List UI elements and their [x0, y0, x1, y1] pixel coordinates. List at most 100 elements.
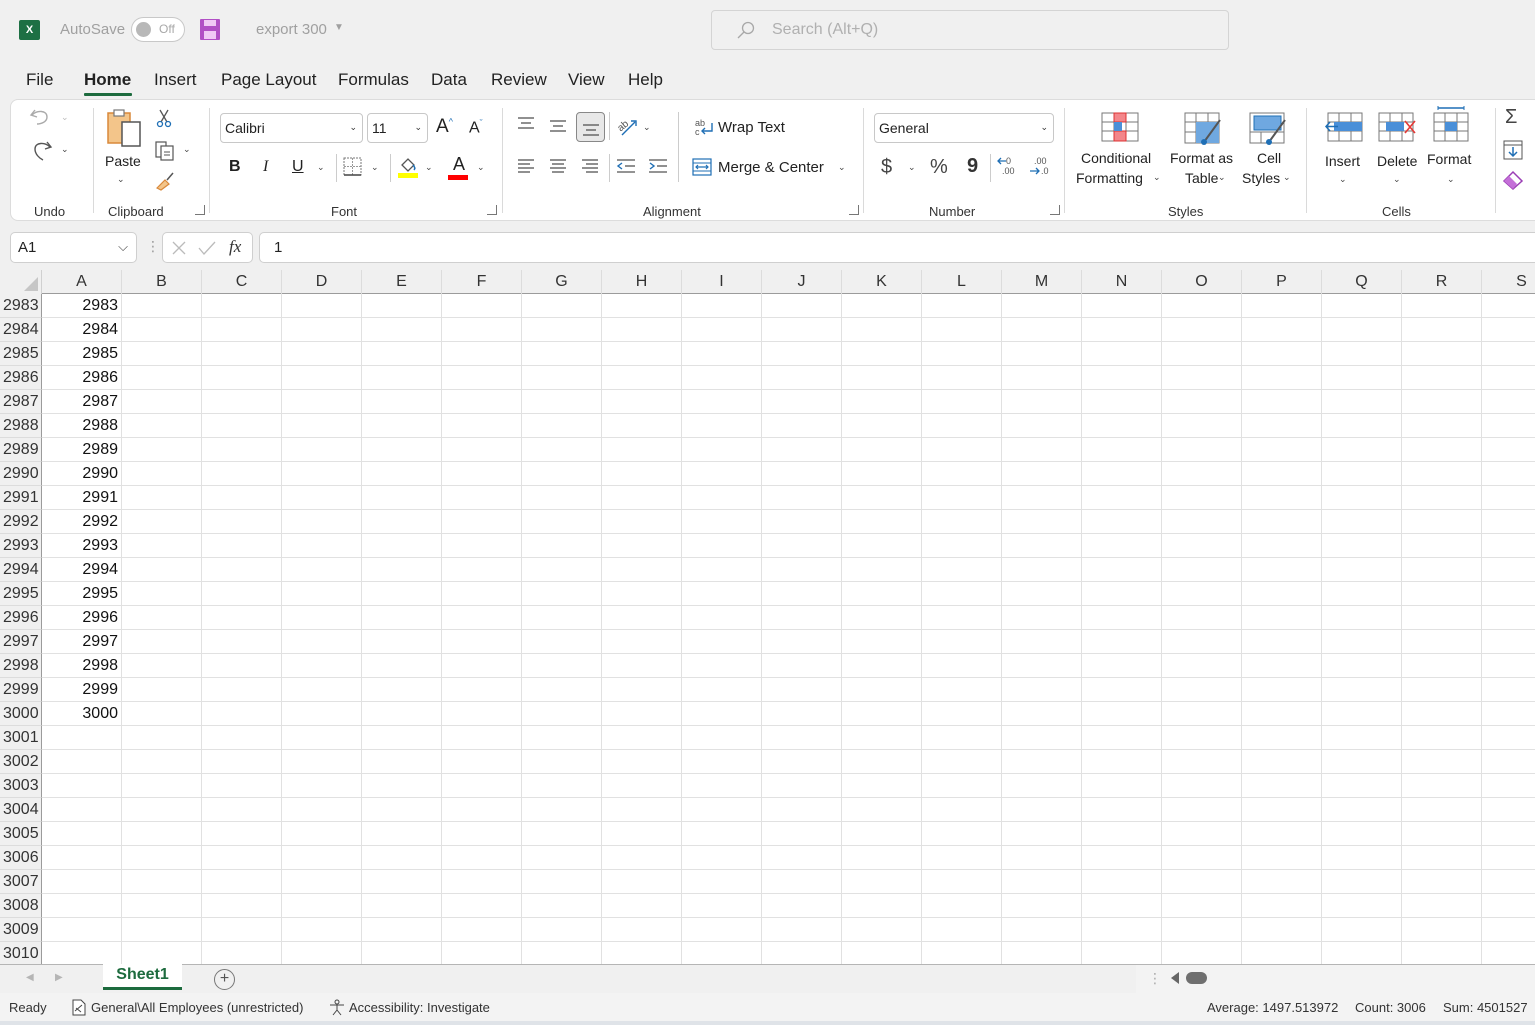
tab-help[interactable]: Help — [628, 70, 663, 90]
fill-color-dropdown-icon[interactable]: ⌄ — [425, 162, 433, 173]
column-header-g[interactable]: G — [522, 270, 602, 294]
decrease-font-size-icon[interactable]: Aˇ — [469, 118, 483, 137]
underline-dropdown-icon[interactable]: ⌄ — [317, 162, 325, 173]
tab-view[interactable]: View — [568, 70, 605, 90]
underline-button[interactable]: U — [292, 158, 304, 176]
cell-a[interactable]: 2986 — [42, 366, 122, 390]
clipboard-launcher-icon[interactable] — [195, 205, 205, 215]
cell-a[interactable]: 2999 — [42, 678, 122, 702]
row-header[interactable]: 3002 — [0, 750, 42, 774]
row-header[interactable]: 2998 — [0, 654, 42, 678]
undo-dropdown-icon[interactable]: ⌄ — [61, 112, 69, 123]
column-header-h[interactable]: H — [602, 270, 682, 294]
italic-button[interactable]: I — [263, 158, 268, 176]
column-header-f[interactable]: F — [442, 270, 522, 294]
cell-a[interactable] — [42, 726, 122, 750]
font-color-icon[interactable]: A — [453, 154, 465, 175]
row-header[interactable]: 3010 — [0, 942, 42, 964]
row-header[interactable]: 3001 — [0, 726, 42, 750]
borders-dropdown-icon[interactable]: ⌄ — [371, 162, 379, 173]
tab-file[interactable]: File — [26, 70, 53, 90]
cell-a[interactable] — [42, 822, 122, 846]
row-header[interactable]: 2984 — [0, 318, 42, 342]
chevron-down-icon[interactable]: ⌄ — [1447, 174, 1455, 185]
cell-a[interactable]: 2994 — [42, 558, 122, 582]
row-header[interactable]: 2986 — [0, 366, 42, 390]
scroll-left-icon[interactable] — [1171, 972, 1179, 984]
paste-label[interactable]: Paste — [105, 153, 141, 169]
insert-cells-button[interactable]: Insert — [1325, 153, 1360, 169]
align-center-icon[interactable] — [548, 158, 568, 174]
font-color-dropdown-icon[interactable]: ⌄ — [477, 162, 485, 173]
orientation-dropdown-icon[interactable]: ⌄ — [643, 122, 651, 133]
column-header-b[interactable]: B — [122, 270, 202, 294]
format-as-table-label-2[interactable]: Table — [1185, 170, 1218, 186]
scroll-sheets-left-icon[interactable]: ◀ — [26, 972, 34, 983]
scroll-sheets-right-icon[interactable]: ▶ — [55, 972, 63, 983]
cell-styles-icon[interactable] — [1249, 112, 1289, 146]
chevron-down-icon[interactable]: ⌄ — [1393, 174, 1401, 185]
tab-review[interactable]: Review — [491, 70, 547, 90]
fill-icon[interactable] — [1503, 140, 1523, 160]
tab-page-layout[interactable]: Page Layout — [221, 70, 316, 90]
cell-a[interactable]: 2984 — [42, 318, 122, 342]
conditional-formatting-icon[interactable] — [1101, 112, 1139, 142]
insert-function-icon[interactable]: fx — [229, 237, 241, 257]
cell-a[interactable] — [42, 846, 122, 870]
tab-formulas[interactable]: Formulas — [338, 70, 409, 90]
cell-a[interactable]: 2992 — [42, 510, 122, 534]
column-header-k[interactable]: K — [842, 270, 922, 294]
tab-home[interactable]: Home — [84, 70, 131, 90]
cell-a[interactable]: 2987 — [42, 390, 122, 414]
font-size-select[interactable]: 11 ⌄ — [367, 113, 428, 143]
align-left-icon[interactable] — [516, 158, 536, 174]
cell-a[interactable] — [42, 894, 122, 918]
row-header[interactable]: 2997 — [0, 630, 42, 654]
chevron-down-icon[interactable]: ⌄ — [1339, 174, 1347, 185]
format-as-table-icon[interactable] — [1184, 112, 1224, 146]
cell-a[interactable] — [42, 870, 122, 894]
row-header[interactable]: 2987 — [0, 390, 42, 414]
row-header[interactable]: 3005 — [0, 822, 42, 846]
increase-decimal-icon[interactable]: 0.00 — [997, 154, 1019, 178]
cell-a[interactable] — [42, 942, 122, 964]
column-header-a[interactable]: A — [42, 270, 122, 294]
merge-center-dropdown-icon[interactable]: ⌄ — [838, 162, 846, 173]
decrease-decimal-icon[interactable]: .00.0 — [1029, 154, 1051, 178]
cell-a[interactable]: 2985 — [42, 342, 122, 366]
status-count[interactable]: Count: 3006 — [1355, 1000, 1426, 1015]
scrollbar-resize-handle[interactable]: ⋮ — [1148, 970, 1162, 987]
row-header[interactable]: 2985 — [0, 342, 42, 366]
font-launcher-icon[interactable] — [487, 205, 497, 215]
row-header[interactable]: 2988 — [0, 414, 42, 438]
cell-a[interactable] — [42, 798, 122, 822]
clear-icon[interactable] — [1502, 170, 1524, 190]
copy-icon[interactable] — [154, 140, 176, 162]
formula-bar-resize-handle[interactable]: ⋮ — [146, 238, 160, 255]
wrap-text-button[interactable]: Wrap Text — [718, 119, 785, 136]
alignment-launcher-icon[interactable] — [849, 205, 859, 215]
currency-button[interactable]: $ — [881, 156, 892, 179]
increase-font-size-icon[interactable]: A^ — [436, 116, 453, 138]
cell-a[interactable]: 3000 — [42, 702, 122, 726]
delete-cells-button[interactable]: Delete — [1377, 153, 1417, 169]
row-header[interactable]: 2992 — [0, 510, 42, 534]
row-header[interactable]: 2999 — [0, 678, 42, 702]
column-header-o[interactable]: O — [1162, 270, 1242, 294]
cell-a[interactable]: 2997 — [42, 630, 122, 654]
conditional-formatting-label-2[interactable]: Formatting — [1076, 170, 1143, 186]
name-box[interactable]: A1 ⌵ — [10, 232, 137, 263]
cancel-icon[interactable] — [171, 240, 187, 256]
format-cells-icon[interactable] — [1432, 106, 1470, 142]
format-cells-button[interactable]: Format — [1427, 151, 1471, 167]
merge-center-button[interactable]: Merge & Center — [718, 159, 824, 176]
row-header[interactable]: 2983 — [0, 294, 42, 318]
cell-a[interactable]: 2996 — [42, 606, 122, 630]
column-header-q[interactable]: Q — [1322, 270, 1402, 294]
row-header[interactable]: 3006 — [0, 846, 42, 870]
cell-a[interactable] — [42, 750, 122, 774]
number-format-select[interactable]: General ⌄ — [874, 113, 1054, 143]
column-header-n[interactable]: N — [1082, 270, 1162, 294]
cell-a[interactable] — [42, 918, 122, 942]
cell-a[interactable]: 2993 — [42, 534, 122, 558]
